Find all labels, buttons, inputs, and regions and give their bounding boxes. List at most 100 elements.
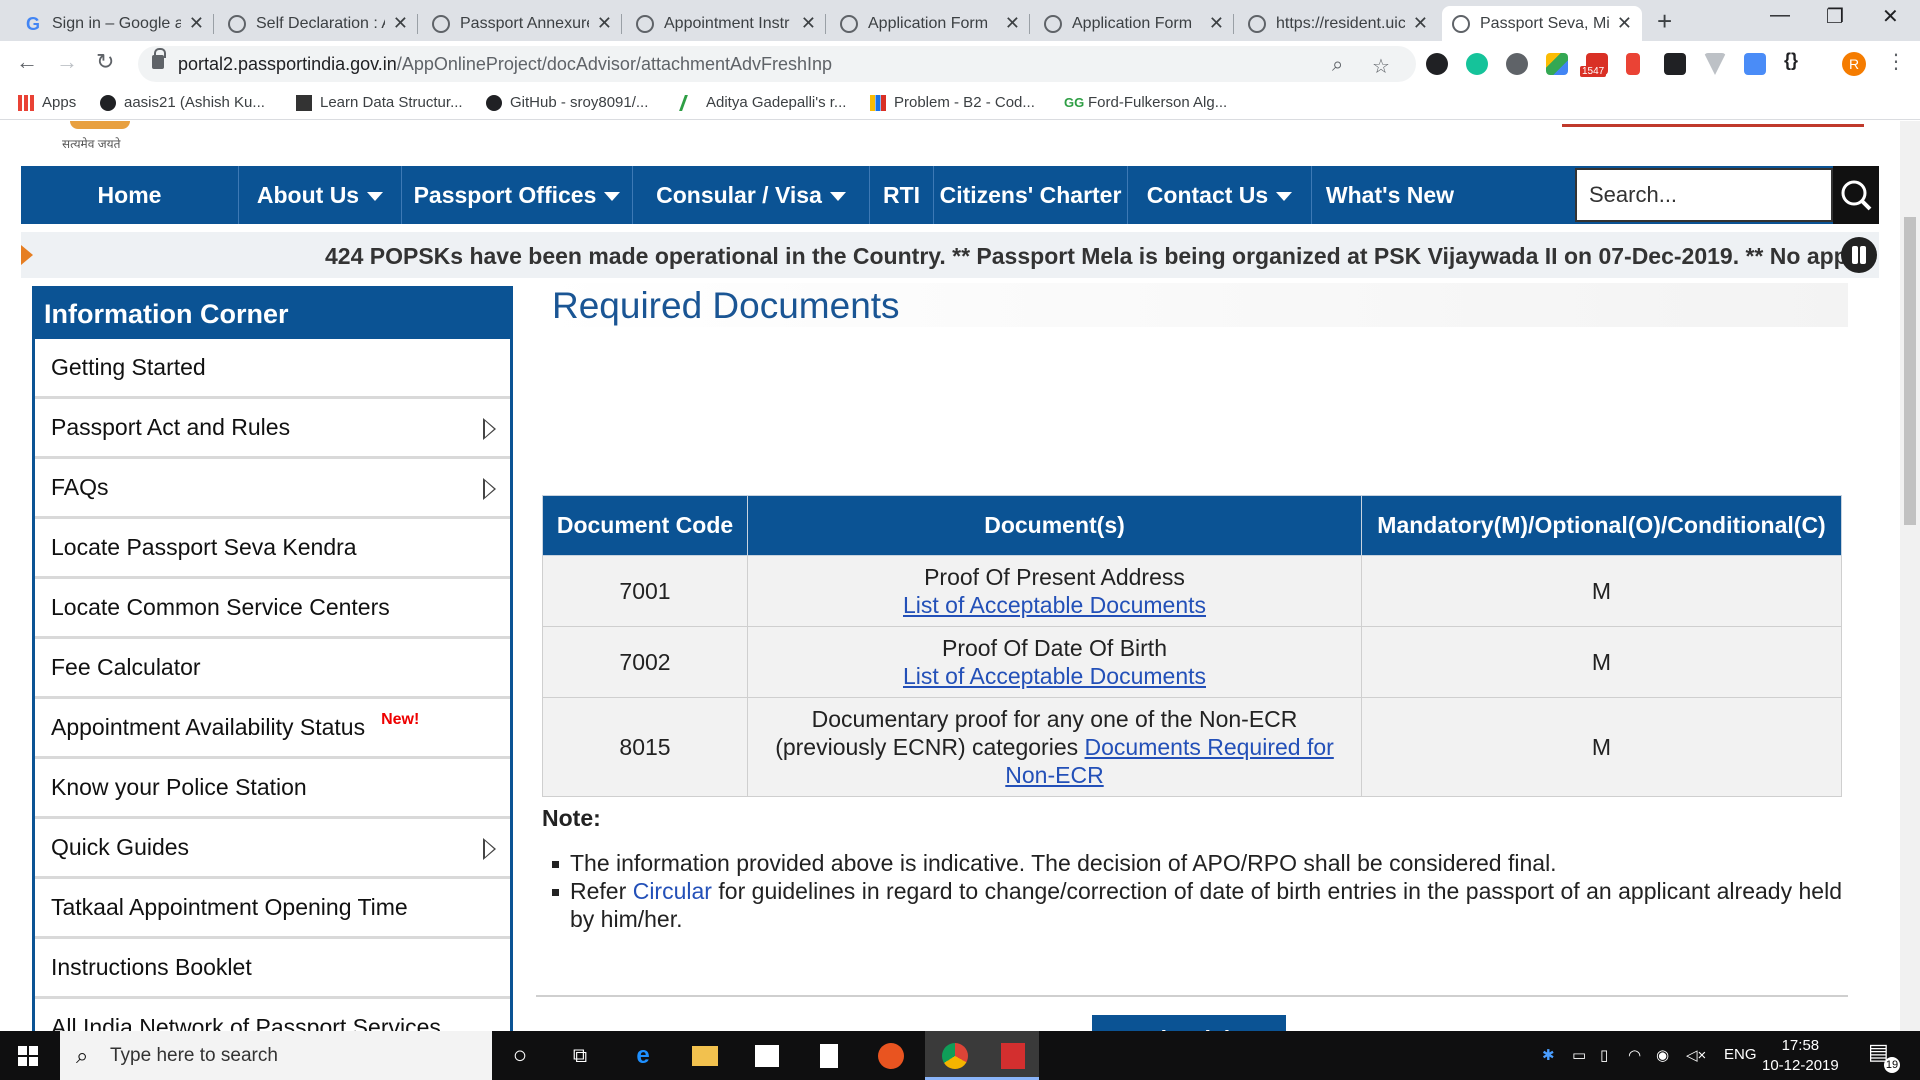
profile-avatar[interactable]: R <box>1842 52 1866 76</box>
bookmark-star-icon[interactable]: ☆ <box>1372 54 1390 79</box>
taskbar-search-box[interactable]: ⌕ Type here to search <box>60 1031 492 1080</box>
minimize-button[interactable]: — <box>1770 4 1790 27</box>
header-documents: Document(s) <box>747 495 1362 556</box>
site-search-input[interactable] <box>1575 168 1833 222</box>
page-scrollbar[interactable] <box>1900 121 1920 1031</box>
cortana-icon[interactable]: ○ <box>505 1041 535 1071</box>
bookmark-apps[interactable]: Apps <box>18 94 76 111</box>
close-tab-icon[interactable]: ✕ <box>1209 13 1224 34</box>
tab-passport-annexure[interactable]: Passport Annexure ✕ <box>422 6 622 41</box>
sidebar-item-appointment-availability[interactable]: Appointment Availability Status New! <box>35 699 510 759</box>
system-clock[interactable]: 17:58 10-12-2019 <box>1762 1036 1839 1076</box>
tab-appointment-instructions[interactable]: Appointment Instr ✕ <box>626 6 826 41</box>
sidebar-item-tatkaal-time[interactable]: Tatkaal Appointment Opening Time <box>35 879 510 939</box>
bookmark-label: aasis21 (Ashish Ku... <box>124 94 265 111</box>
non-ecr-documents-link-continued[interactable]: Non-ECR <box>1005 762 1103 788</box>
sidebar-item-passport-act[interactable]: Passport Act and Rules <box>35 399 510 459</box>
document-icon[interactable] <box>814 1041 844 1071</box>
close-window-button[interactable]: ✕ <box>1882 4 1899 29</box>
back-arrow-icon[interactable]: ← <box>16 49 38 75</box>
bookmark-aditya[interactable]: Aditya Gadepalli's r... <box>679 94 846 111</box>
non-ecr-documents-link[interactable]: Documents Required for <box>1085 734 1334 760</box>
chrome-icon[interactable] <box>940 1041 970 1071</box>
sidebar-item-faqs[interactable]: FAQs <box>35 459 510 519</box>
close-tab-icon[interactable]: ✕ <box>1617 13 1632 34</box>
pause-icon[interactable] <box>1841 237 1877 273</box>
sidebar-item-quick-guides[interactable]: Quick Guides <box>35 819 510 879</box>
bluetooth-icon[interactable]: ✱ <box>1542 1046 1555 1064</box>
menu-dots-icon[interactable]: ⋮ <box>1886 49 1906 74</box>
sidebar-item-instructions-booklet[interactable]: Instructions Booklet <box>35 939 510 999</box>
office-icon[interactable] <box>1626 53 1640 75</box>
nav-citizens-charter[interactable]: Citizens' Charter <box>934 166 1127 224</box>
bookmark-codeforces[interactable]: Problem - B2 - Cod... <box>870 94 1035 111</box>
cube-extension-icon[interactable] <box>1664 53 1686 75</box>
sidebar-item-locate-psk[interactable]: Locate Passport Seva Kendra <box>35 519 510 579</box>
tab-application-form-2[interactable]: Application Form ✕ <box>1034 6 1234 41</box>
tab-self-declaration[interactable]: Self Declaration : A ✕ <box>218 6 418 41</box>
tab-resident-uidai[interactable]: https://resident.uic ✕ <box>1238 6 1438 41</box>
forward-arrow-icon[interactable]: → <box>56 49 78 75</box>
tab-application-form-1[interactable]: Application Form ✕ <box>830 6 1030 41</box>
battery-icon[interactable]: ▯ <box>1600 1046 1608 1064</box>
extension-shield-icon[interactable] <box>1426 53 1448 75</box>
edge-icon[interactable]: e <box>628 1041 658 1071</box>
bookmark-aasis21[interactable]: aasis21 (Ashish Ku... <box>100 94 265 111</box>
store-icon[interactable] <box>752 1041 782 1071</box>
reload-icon[interactable]: ↻ <box>96 49 114 75</box>
bookmark-learn-ds[interactable]: Learn Data Structur... <box>296 94 463 111</box>
document-name-continued: (previously ECNR) categories Documents R… <box>748 733 1361 761</box>
fresh-advisor-button[interactable]: Fresh Advisor <box>1092 1015 1286 1031</box>
sidebar-item-police-station[interactable]: Know your Police Station <box>35 759 510 819</box>
sidebar-item-getting-started[interactable]: Getting Started <box>35 339 510 399</box>
page-title: Required Documents <box>552 285 900 326</box>
wifi-icon[interactable]: ◠ <box>1628 1046 1641 1064</box>
site-search-button[interactable] <box>1833 166 1879 224</box>
bookmark-ford-fulkerson[interactable]: GG Ford-Fulkerson Alg... <box>1064 94 1227 111</box>
sidebar-item-all-india-network[interactable]: All India Network of Passport Services <box>35 999 510 1031</box>
close-tab-icon[interactable]: ✕ <box>1413 13 1428 34</box>
close-tab-icon[interactable]: ✕ <box>393 13 408 34</box>
close-tab-icon[interactable]: ✕ <box>597 13 612 34</box>
nav-consular-visa[interactable]: Consular / Visa <box>633 166 869 224</box>
ubuntu-icon[interactable] <box>876 1041 906 1071</box>
vimeo-icon[interactable] <box>1704 53 1726 75</box>
tab-google-signin[interactable]: G Sign in – Google a ✕ <box>14 6 214 41</box>
restore-button[interactable]: ❐ <box>1826 4 1844 29</box>
acceptable-documents-link[interactable]: List of Acceptable Documents <box>903 592 1206 618</box>
windows-start-icon[interactable] <box>18 1046 38 1066</box>
tab-passport-seva-active[interactable]: Passport Seva, Min ✕ <box>1442 6 1642 41</box>
nav-home[interactable]: Home <box>21 166 238 224</box>
bookmark-github-sroy[interactable]: GitHub - sroy8091/... <box>486 94 648 111</box>
close-tab-icon[interactable]: ✕ <box>1005 13 1020 34</box>
circular-link[interactable]: Circular <box>633 878 712 904</box>
volume-muted-icon[interactable]: ◁× <box>1686 1046 1706 1064</box>
new-tab-button[interactable]: + <box>1657 6 1672 37</box>
drive-icon[interactable] <box>1546 53 1568 75</box>
acceptable-documents-link[interactable]: List of Acceptable Documents <box>903 663 1206 689</box>
nav-passport-offices[interactable]: Passport Offices <box>402 166 632 224</box>
address-bar[interactable]: portal2.passportindia.gov.in/AppOnlinePr… <box>138 46 1416 82</box>
nav-contact-us[interactable]: Contact Us <box>1128 166 1311 224</box>
pdf-reader-icon[interactable] <box>998 1041 1028 1071</box>
sidebar-item-fee-calculator[interactable]: Fee Calculator <box>35 639 510 699</box>
close-tab-icon[interactable]: ✕ <box>189 13 204 34</box>
scrollbar-thumb[interactable] <box>1904 217 1916 525</box>
codechef-icon <box>296 94 312 111</box>
file-explorer-icon[interactable] <box>690 1041 720 1071</box>
grammarly-icon[interactable] <box>1466 53 1488 75</box>
language-indicator[interactable]: ENG <box>1724 1046 1757 1063</box>
sidebar-item-locate-csc[interactable]: Locate Common Service Centers <box>35 579 510 639</box>
national-emblem <box>70 121 130 129</box>
nav-whats-new[interactable]: What's New <box>1312 166 1468 224</box>
zoom-meeting-icon[interactable] <box>1744 53 1766 75</box>
json-viewer-icon[interactable]: {} <box>1784 50 1812 72</box>
bulb-extension-icon[interactable] <box>1506 53 1528 75</box>
task-view-icon[interactable]: ⧉ <box>565 1041 595 1071</box>
device-icon[interactable]: ▭ <box>1572 1046 1586 1064</box>
zoom-icon[interactable]: ⌕ <box>1332 54 1343 77</box>
close-tab-icon[interactable]: ✕ <box>801 13 816 34</box>
nav-about-us[interactable]: About Us <box>239 166 401 224</box>
chrome-tray-icon[interactable]: ◉ <box>1656 1046 1669 1064</box>
nav-rti[interactable]: RTI <box>870 166 933 224</box>
